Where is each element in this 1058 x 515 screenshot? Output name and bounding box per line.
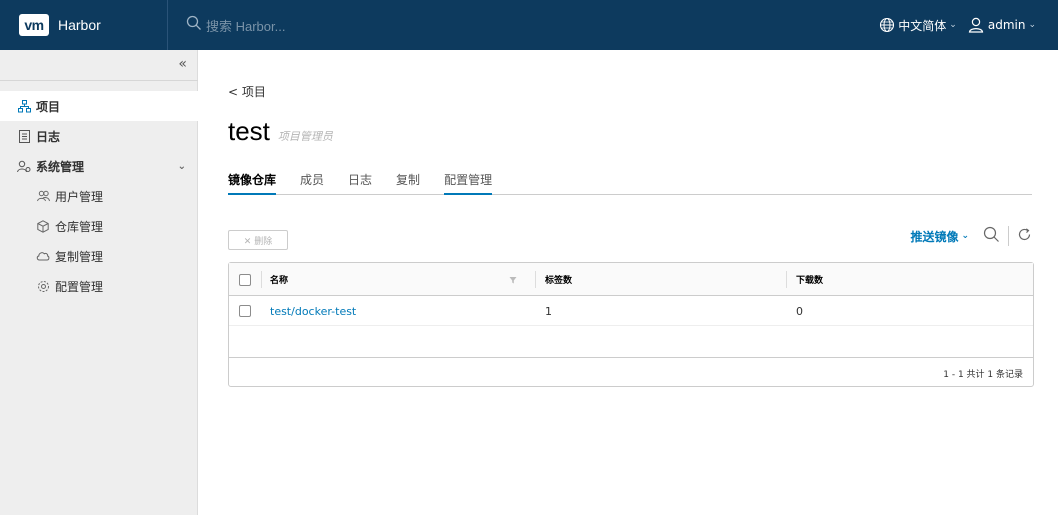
sidebar-item-registries[interactable]: 仓库管理 (0, 211, 198, 241)
replication-icon (36, 249, 50, 263)
user-dropdown[interactable]: admin ⌄ (967, 16, 1036, 34)
search-icon[interactable] (186, 15, 202, 35)
repository-name-link[interactable]: test/docker-test (270, 296, 356, 326)
chevron-down-icon[interactable]: ⌄ (178, 161, 186, 172)
project-tabs: 镜像仓库 成员 日志 复制 配置管理 (228, 170, 1032, 195)
search-icon[interactable] (983, 226, 1000, 247)
brand-name: Harbor (58, 17, 101, 33)
tab-logs[interactable]: 日志 (348, 170, 372, 195)
user-name: admin (987, 18, 1026, 32)
pagination-summary: 1 - 1 共计 1 条记录 (943, 369, 1023, 380)
sidebar-item-label: 项目 (36, 99, 61, 114)
table-row: test/docker-test 1 0 (229, 296, 1033, 326)
sidebar-item-label: 系统管理 (36, 159, 85, 174)
main-content: < 项目 test 项目管理员 镜像仓库 成员 日志 复制 配置管理 ✕ 删除 … (198, 50, 1058, 515)
sidebar-item-label: 用户管理 (55, 189, 104, 204)
tag-count: 1 (545, 304, 552, 318)
page-title: test (228, 116, 270, 146)
sidebar-item-label: 日志 (36, 129, 61, 144)
column-header-tags[interactable]: 标签数 (545, 263, 572, 296)
globe-icon (880, 17, 895, 33)
global-search[interactable]: 搜索 Harbor... (186, 0, 285, 50)
sidebar-item-replication[interactable]: 复制管理 (0, 241, 198, 271)
admin-icon (17, 159, 31, 173)
table-footer: 1 - 1 共计 1 条记录 (229, 357, 1033, 387)
column-header-pulls[interactable]: 下载数 (796, 263, 823, 296)
select-all-checkbox[interactable] (239, 273, 251, 286)
language-label: 中文简体 (898, 18, 947, 33)
sidebar-divider (0, 80, 198, 81)
column-divider (535, 271, 536, 288)
column-header-name[interactable]: 名称 (270, 263, 288, 296)
search-input[interactable]: 搜索 Harbor... (206, 16, 285, 35)
role-label: 项目管理员 (277, 130, 333, 143)
brand[interactable]: vm Harbor (0, 0, 168, 50)
column-divider (261, 271, 262, 288)
sidebar-item-label: 仓库管理 (55, 219, 104, 234)
row-checkbox[interactable] (239, 305, 251, 317)
column-divider (786, 271, 787, 288)
sidebar-item-configuration[interactable]: 配置管理 (0, 271, 198, 301)
sidebar-item-projects[interactable]: 项目 (0, 91, 198, 121)
sidebar-item-label: 配置管理 (55, 279, 104, 294)
chevron-down-icon: ⌄ (1028, 20, 1036, 30)
sidebar: « 项目 日志 系统管理 ⌄ 用户管理 仓库管理 复制管理 配置管理 (0, 50, 198, 515)
refresh-icon[interactable] (1017, 227, 1032, 246)
user-icon (968, 17, 984, 33)
users-icon (36, 189, 50, 203)
config-icon (36, 279, 50, 293)
table-header: 名称 标签数 下载数 (229, 263, 1033, 296)
chevron-down-icon: ⌄ (961, 231, 969, 241)
repository-table: 名称 标签数 下载数 test/docker-test 1 0 1 - 1 共计… (228, 262, 1034, 387)
delete-button[interactable]: ✕ 删除 (228, 230, 288, 250)
registry-icon (36, 219, 50, 233)
sidebar-item-admin[interactable]: 系统管理 ⌄ (0, 151, 198, 181)
vmware-logo: vm (19, 14, 49, 36)
push-image-label: 推送镜像 (910, 229, 959, 244)
project-icon (17, 99, 31, 113)
chevron-down-icon: ⌄ (949, 20, 957, 30)
push-image-dropdown[interactable]: 推送镜像 ⌄ (910, 228, 969, 245)
log-icon (17, 129, 31, 143)
back-to-projects-link[interactable]: < 项目 (228, 83, 266, 100)
language-dropdown[interactable]: 中文简体 ⌄ (879, 17, 957, 34)
toolbar-divider (1008, 226, 1009, 246)
sidebar-item-label: 复制管理 (55, 249, 104, 264)
tab-replication[interactable]: 复制 (396, 170, 420, 195)
pull-count: 0 (796, 304, 803, 318)
filter-icon[interactable] (509, 263, 517, 296)
tab-configuration[interactable]: 配置管理 (444, 170, 493, 195)
sidebar-item-users[interactable]: 用户管理 (0, 181, 198, 211)
sidebar-item-logs[interactable]: 日志 (0, 121, 198, 151)
tab-repositories[interactable]: 镜像仓库 (228, 170, 277, 195)
collapse-sidebar-icon[interactable]: « (178, 56, 187, 72)
tab-members[interactable]: 成员 (300, 170, 324, 195)
top-header: vm Harbor 搜索 Harbor... 中文简体 ⌄ admin ⌄ (0, 0, 1058, 50)
